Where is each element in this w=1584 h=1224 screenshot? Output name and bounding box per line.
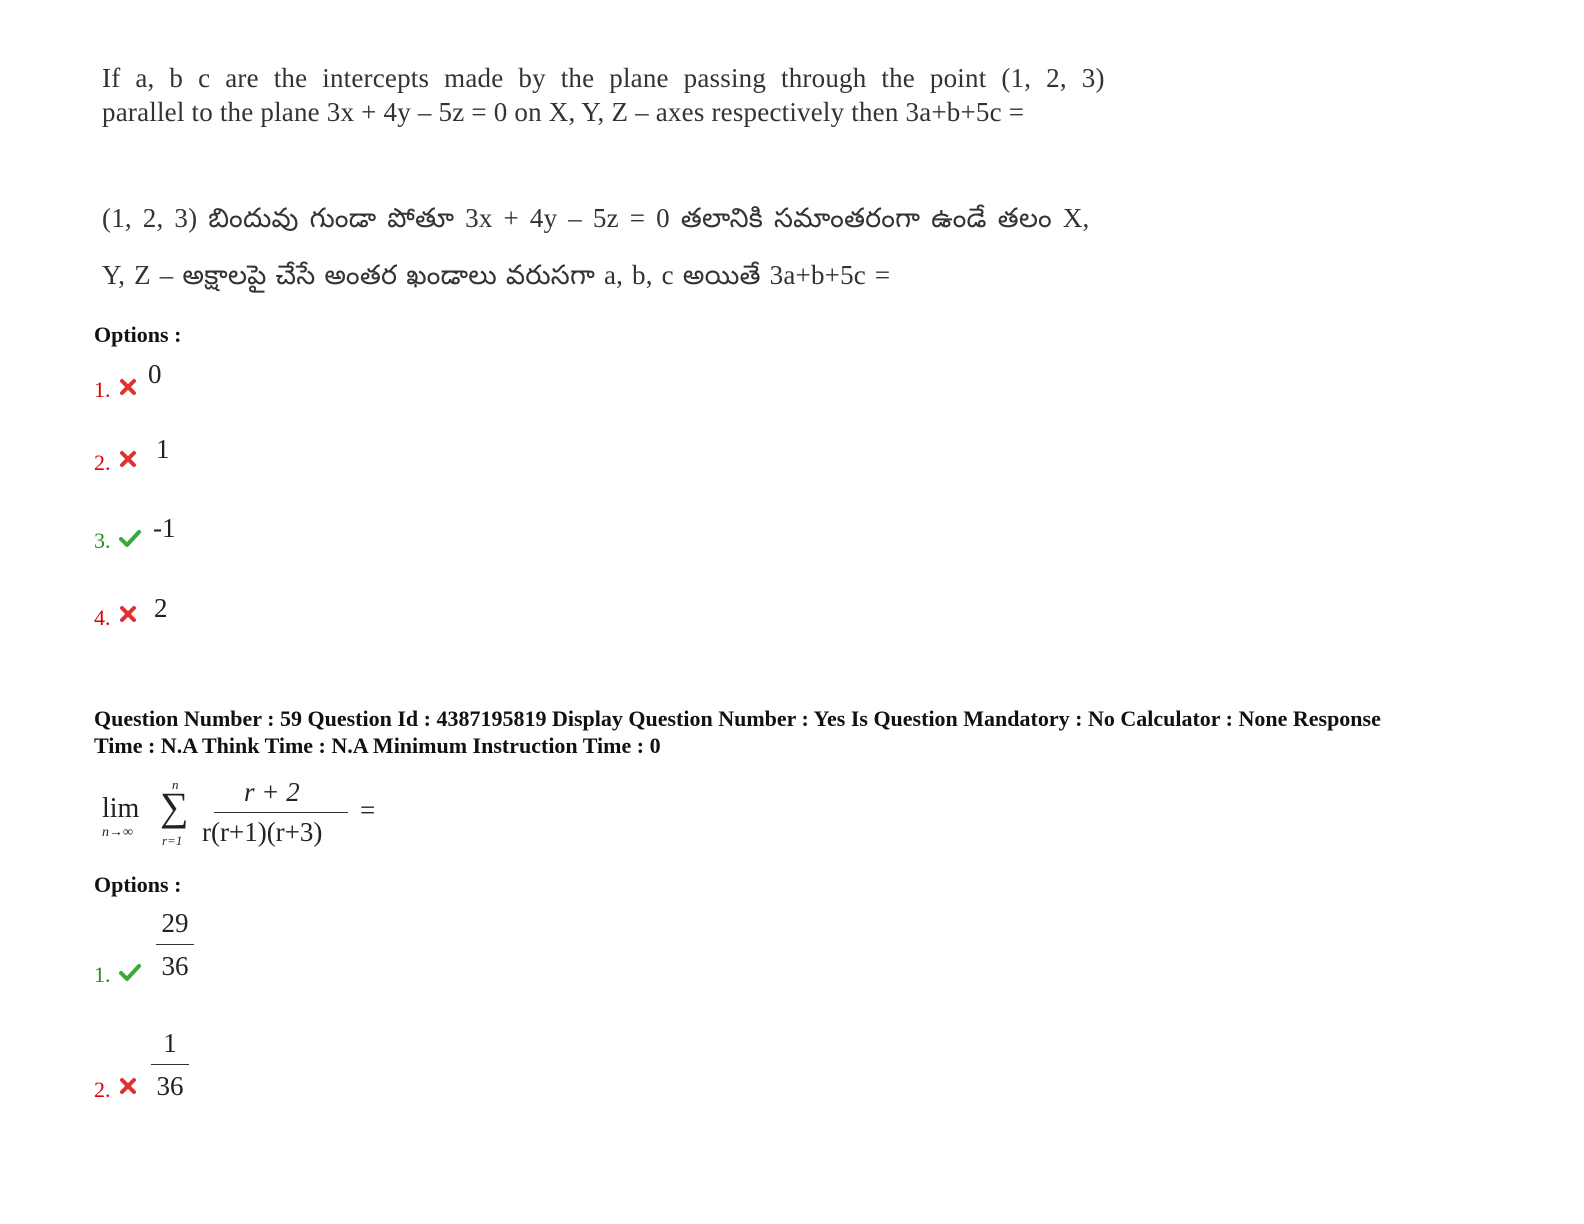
option-fraction-denominator: 36 (161, 951, 189, 981)
option-item: 4. 2 (94, 591, 394, 641)
option-item: 1. 29 36 (94, 905, 394, 995)
exam-page: If a, b c are the intercepts made by the… (0, 0, 1584, 1224)
option-item: 3. -1 (94, 513, 394, 564)
question-text-english-line2: parallel to the plane 3x + 4y – 5z = 0 o… (102, 97, 1025, 127)
check-icon (119, 964, 141, 981)
question-text-telugu-line2: Y, Z – అక్షాలపై చేసే అంతర ఖండాలు వరుసగా … (102, 260, 891, 290)
option-item: 2. 1 36 (94, 1025, 394, 1115)
formula-numerator: r + 2 (244, 777, 300, 807)
question-meta: Question Number : 59 Question Id : 43871… (94, 705, 1494, 759)
options-label: Options : (94, 322, 182, 347)
cross-icon (120, 606, 136, 622)
cross-icon (120, 1078, 136, 1094)
formula-lim: lim (102, 793, 140, 824)
option-value: 0 (148, 359, 162, 389)
formula-denominator: r(r+1)(r+3) (202, 817, 323, 847)
option-fraction-bar (156, 944, 194, 945)
options-label: Options : (94, 872, 182, 897)
formula-equals: = (360, 795, 376, 825)
option-fraction: 29 36 (156, 905, 194, 984)
option-number: 1. (94, 962, 111, 987)
option-number: 4. (94, 605, 111, 630)
option-number: 2. (94, 1077, 111, 1102)
option-item: 1. 0 (94, 359, 394, 412)
formula-fraction-bar (214, 812, 348, 813)
option-value: 1 (156, 434, 170, 464)
option-fraction-numerator: 1 (163, 1028, 177, 1058)
question-meta-line2: Time : N.A Think Time : N.A Minimum Inst… (94, 733, 661, 758)
question-text-telugu-line1: (1, 2, 3) బిందువు గుండా పోతూ 3x + 4y – 5… (102, 203, 1090, 233)
option-fraction: 1 36 (151, 1025, 189, 1104)
question-meta-line1: Question Number : 59 Question Id : 43871… (94, 706, 1381, 731)
question-formula: lim n→∞ n ∑ r=1 r + 2 r(r+1)(r+3) = (102, 775, 402, 855)
cross-icon (120, 451, 136, 467)
option-fraction-bar (151, 1064, 189, 1065)
question-text-english-line1: If a, b c are the intercepts made by the… (102, 63, 1105, 93)
formula-sum-sign: ∑ (160, 784, 189, 829)
option-item: 2. 1 (94, 434, 394, 485)
option-number: 1. (94, 377, 111, 402)
option-fraction-numerator: 29 (161, 908, 189, 938)
formula-lim-subscript: n→∞ (102, 825, 133, 840)
check-icon (119, 530, 141, 547)
option-number: 2. (94, 450, 111, 475)
option-fraction-denominator: 36 (156, 1071, 184, 1101)
cross-icon (120, 379, 136, 395)
option-value: 2 (154, 593, 168, 623)
option-value: -1 (153, 513, 176, 543)
formula-sum-lower: r=1 (162, 833, 183, 848)
option-number: 3. (94, 528, 111, 553)
